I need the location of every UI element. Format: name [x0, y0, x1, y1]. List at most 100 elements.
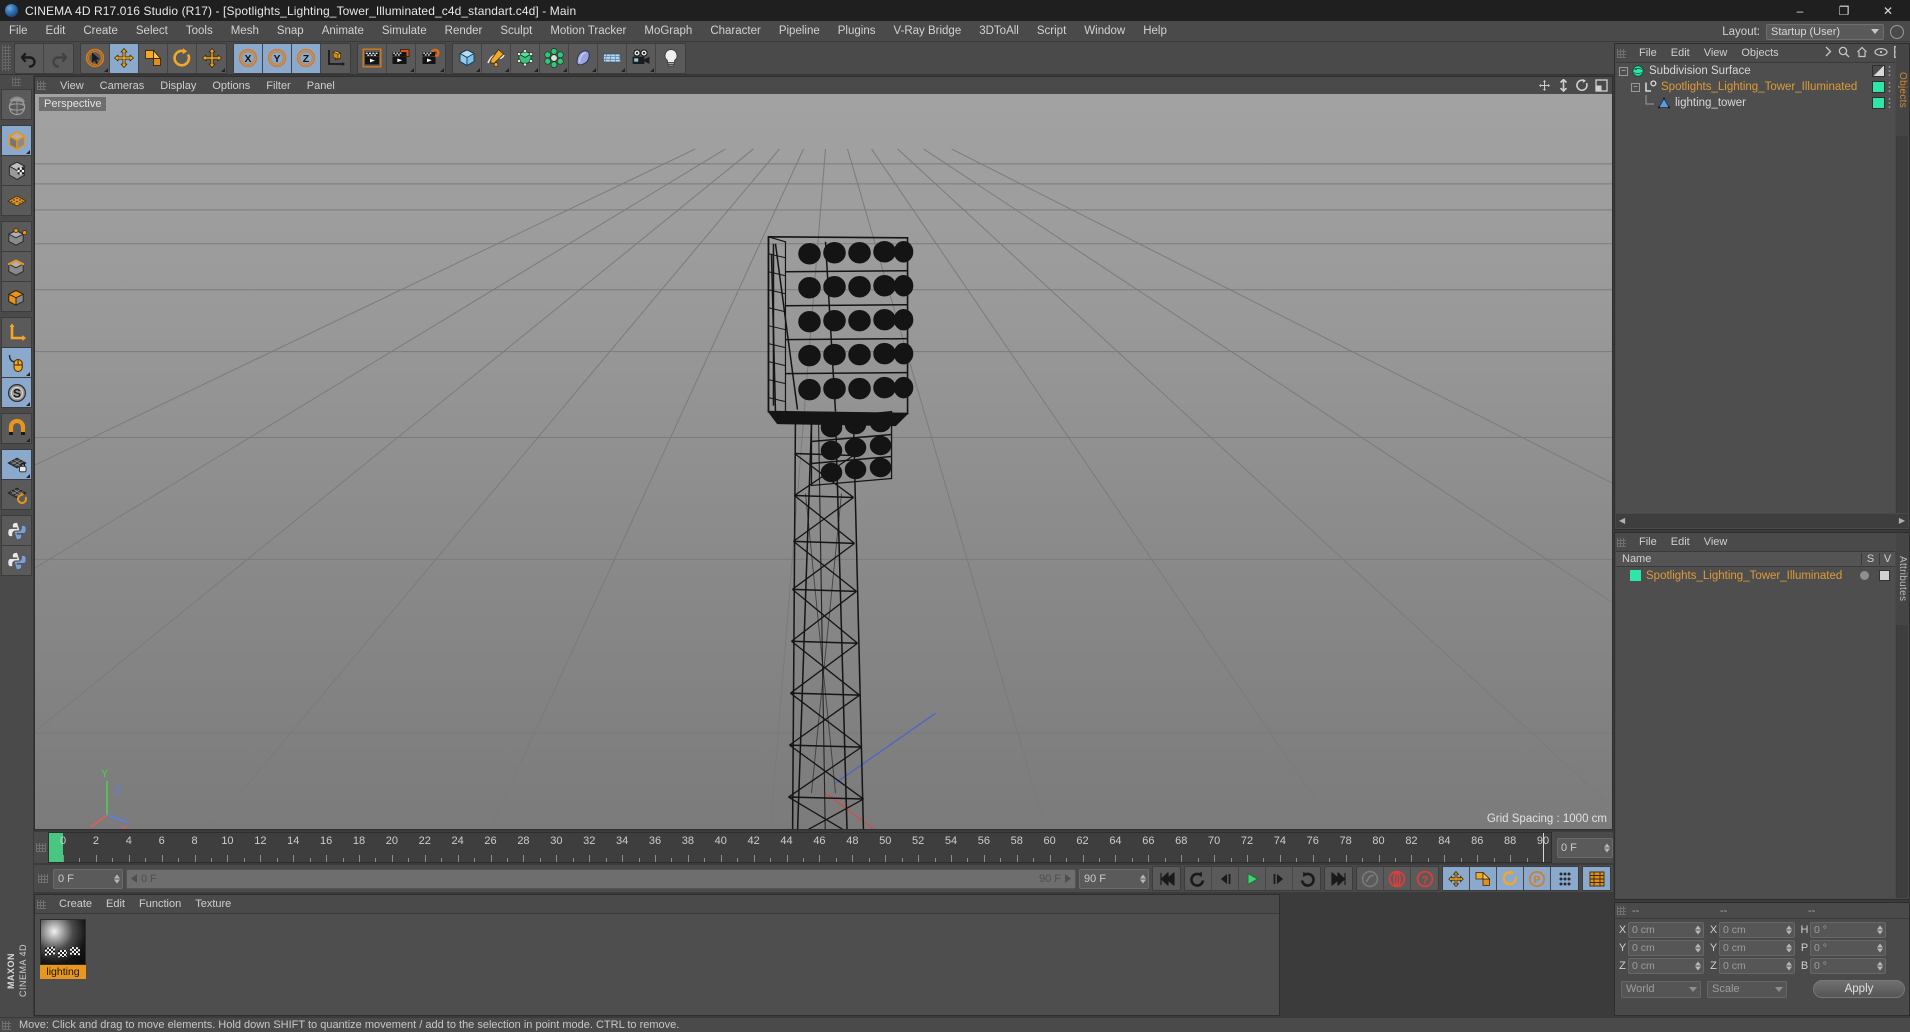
size-x-field[interactable]: 0 cm: [1719, 922, 1795, 938]
size-mode-dropdown[interactable]: Scale: [1707, 980, 1787, 998]
menu-item-plugins[interactable]: Plugins: [829, 21, 885, 42]
position-x-field[interactable]: 0 cm: [1628, 922, 1704, 938]
object-manager-menu-view[interactable]: View: [1697, 44, 1735, 62]
spinner-icon[interactable]: [114, 874, 120, 883]
attributes-menu-view[interactable]: View: [1697, 533, 1735, 551]
point-level-animation-button[interactable]: [1551, 867, 1578, 890]
minimize-button[interactable]: –: [1778, 0, 1822, 21]
search-icon[interactable]: [1838, 46, 1850, 61]
menu-item-motion-tracker[interactable]: Motion Tracker: [541, 21, 635, 42]
rotation-h-field[interactable]: 0 °: [1810, 922, 1886, 938]
menu-item-file[interactable]: File: [0, 21, 37, 42]
rotate-tool-button[interactable]: [168, 43, 197, 73]
menu-item-snap[interactable]: Snap: [268, 21, 313, 42]
move-axis-tool-button[interactable]: [197, 44, 226, 73]
object-tag-chip[interactable]: [1872, 65, 1885, 77]
spinner-icon[interactable]: [1786, 961, 1792, 971]
position-z-field[interactable]: 0 cm: [1628, 958, 1704, 974]
add-cube-button[interactable]: [453, 43, 482, 73]
object-tag-chip[interactable]: [1872, 97, 1885, 109]
go-to-start-button[interactable]: [1153, 867, 1180, 890]
play-button[interactable]: [1239, 867, 1266, 890]
edges-mode-button[interactable]: [1, 251, 32, 282]
spinner-icon[interactable]: [1140, 874, 1146, 883]
material-thumbnail-lighting[interactable]: lighting: [40, 919, 86, 979]
lock-z-axis-button[interactable]: Z: [292, 43, 321, 73]
position-keys-button[interactable]: [1443, 867, 1470, 890]
material-menu-edit[interactable]: Edit: [99, 895, 132, 913]
more-arrow-icon[interactable]: [1824, 46, 1832, 60]
object-manager-grip[interactable]: [1617, 48, 1626, 58]
rotation-b-field[interactable]: 0 °: [1810, 958, 1886, 974]
object-manager-tree[interactable]: − Subdivision Surface − Spotlights_Light…: [1616, 62, 1895, 513]
viewport-canvas[interactable]: Perspective Grid Spacing : 1000 cm Y Z: [35, 94, 1612, 829]
polygon-grid-mode-button[interactable]: [1, 185, 32, 216]
next-keyframe-button[interactable]: [1293, 867, 1320, 890]
step-back-button[interactable]: [1212, 867, 1239, 890]
menu-item-3dtoall[interactable]: 3DToAll: [970, 21, 1028, 42]
material-manager-grip[interactable]: [37, 899, 46, 909]
objects-tab[interactable]: Objects: [1896, 44, 1909, 136]
attributes-menu-edit[interactable]: Edit: [1664, 533, 1697, 551]
undo-view-button[interactable]: [1, 89, 32, 120]
status-bar-grip[interactable]: [2, 1020, 11, 1030]
render-settings-button[interactable]: [416, 44, 445, 73]
viewport-menu-cameras[interactable]: Cameras: [92, 77, 153, 94]
menu-item-script[interactable]: Script: [1028, 21, 1075, 42]
coordinates-grip[interactable]: [1617, 906, 1626, 915]
model-mode-button[interactable]: [1, 125, 32, 156]
previous-keyframe-button[interactable]: [1185, 867, 1212, 890]
lock-x-axis-button[interactable]: X: [234, 43, 263, 73]
solo-dot-icon[interactable]: [1860, 571, 1869, 580]
redo-button[interactable]: [44, 44, 73, 73]
material-menu-texture[interactable]: Texture: [188, 895, 238, 913]
menu-item-render[interactable]: Render: [436, 21, 492, 42]
viewport-menu-display[interactable]: Display: [152, 77, 204, 94]
undo-button[interactable]: [15, 43, 44, 73]
home-icon[interactable]: [1856, 46, 1868, 61]
visibility-box-icon[interactable]: [1879, 570, 1890, 581]
texture-mode-button[interactable]: [1, 155, 32, 186]
attributes-manager-grip[interactable]: [1617, 537, 1626, 547]
menu-item-help[interactable]: Help: [1134, 21, 1176, 42]
menu-item-mesh[interactable]: Mesh: [222, 21, 268, 42]
add-deformer-button[interactable]: [540, 43, 569, 73]
material-swatch-area[interactable]: lighting: [35, 913, 1279, 1015]
apply-button[interactable]: Apply: [1813, 980, 1905, 998]
attributes-tab[interactable]: Attributes: [1896, 533, 1909, 625]
object-manager-menu-edit[interactable]: Edit: [1664, 44, 1697, 62]
menu-item-simulate[interactable]: Simulate: [373, 21, 436, 42]
layout-dropdown[interactable]: Startup (User): [1766, 23, 1884, 40]
expander-icon[interactable]: −: [1619, 66, 1628, 76]
left-toolbar-grip[interactable]: [12, 77, 21, 86]
spinner-icon[interactable]: [1786, 943, 1792, 953]
object-visibility-dots[interactable]: [1888, 81, 1891, 93]
viewport-menu-options[interactable]: Options: [204, 77, 258, 94]
playback-grip[interactable]: [38, 874, 48, 883]
timeline-ruler[interactable]: 0 2 4 6 8 10 12 14 16 18 20 22 24 26 28 30 32 34 36 38 40 42 4…: [48, 832, 1552, 863]
python-generator-button[interactable]: [1, 515, 32, 546]
menu-item-sculpt[interactable]: Sculpt: [491, 21, 541, 42]
menu-item-mograph[interactable]: MoGraph: [635, 21, 701, 42]
add-light-button[interactable]: [656, 44, 685, 73]
add-spline-button[interactable]: [482, 43, 511, 73]
live-selection-tool-button[interactable]: [81, 43, 110, 73]
parameter-keys-button[interactable]: P: [1524, 867, 1551, 890]
spinner-icon[interactable]: [1877, 961, 1883, 971]
menu-item-character[interactable]: Character: [701, 21, 770, 42]
polygons-mode-button[interactable]: [1, 281, 32, 312]
object-row-lighting-tower[interactable]: lighting_tower: [1616, 95, 1895, 111]
scroll-left-icon[interactable]: ◀: [1617, 517, 1627, 525]
magnet-tool-button[interactable]: [1, 413, 32, 444]
timeline-grip[interactable]: [36, 843, 46, 852]
toolbar-grip[interactable]: [2, 45, 11, 71]
maximize-view-icon[interactable]: [1594, 78, 1608, 92]
add-scene-object-button[interactable]: [569, 43, 598, 73]
render-to-picture-viewer-button[interactable]: [387, 43, 416, 73]
scale-keys-button[interactable]: [1470, 867, 1497, 890]
menu-item-tools[interactable]: Tools: [177, 21, 222, 42]
current-frame-field[interactable]: 0 F: [53, 868, 123, 889]
add-environment-button[interactable]: [598, 43, 627, 73]
world-coordinates-button[interactable]: [321, 44, 350, 73]
material-menu-create[interactable]: Create: [52, 895, 99, 913]
